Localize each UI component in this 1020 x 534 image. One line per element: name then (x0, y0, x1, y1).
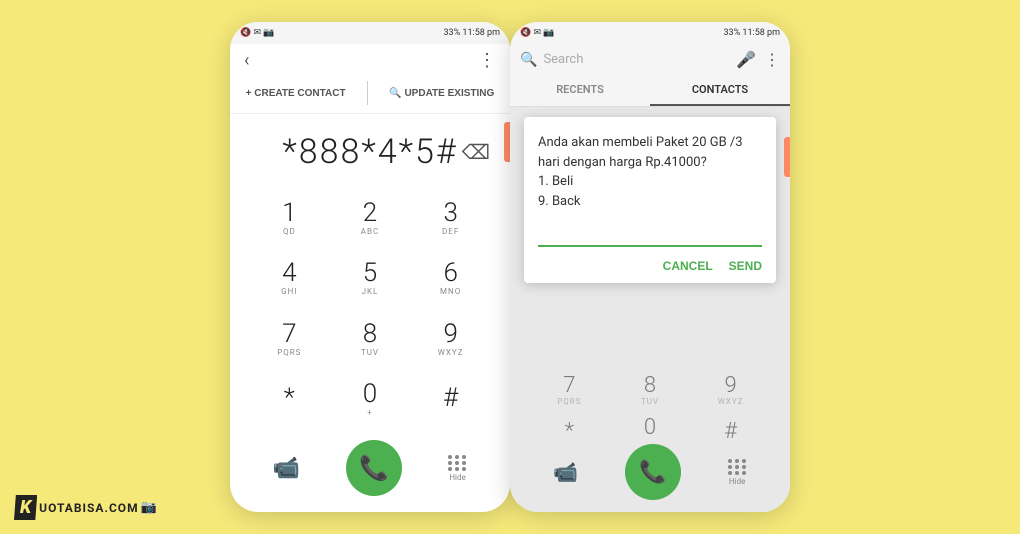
key-8[interactable]: 8TUV (331, 309, 410, 368)
more-button[interactable]: ⋮ (478, 50, 496, 71)
backspace-button[interactable]: ⌫ (462, 140, 490, 164)
key-5[interactable]: 5JKL (331, 249, 410, 308)
key-4[interactable]: 4GHI (250, 249, 329, 308)
key-7-p2[interactable]: 7PQRS (530, 370, 609, 410)
mic-icon[interactable]: 🎤 (736, 50, 756, 69)
hide-label-p2: Hide (729, 477, 745, 486)
call-button-p2[interactable]: 📞 (625, 444, 681, 500)
tab-recents[interactable]: RECENTS (510, 75, 650, 106)
call-icon-p2: 📞 (639, 460, 666, 485)
key-hash[interactable]: # (411, 370, 490, 429)
dialog-actions: CANCEL SEND (538, 259, 762, 273)
grid-icon (448, 455, 467, 471)
dialog-input[interactable] (538, 225, 762, 247)
ussd-dialog: Anda akan membeli Paket 20 GB /3hari den… (524, 117, 776, 283)
phone1: 🔇 ✉ 📷 33% 11:58 pm ‹ ⋮ + CREATE CONTACT … (230, 22, 510, 512)
call-icon: 📞 (359, 454, 389, 482)
create-contact-button[interactable]: + CREATE CONTACT (246, 88, 346, 99)
grid-icon-p2 (728, 459, 747, 475)
phone1-bottom-bar: 📹 📞 Hide (230, 432, 510, 512)
video-call-icon-p2[interactable]: 📹 (553, 460, 578, 484)
phone2-tabs: RECENTS CONTACTS (510, 75, 790, 107)
back-button[interactable]: ‹ (244, 50, 249, 71)
main-container: 🔇 ✉ 📷 33% 11:58 pm ‹ ⋮ + CREATE CONTACT … (0, 0, 1020, 534)
update-existing-button[interactable]: 🔍 UPDATE EXISTING (389, 88, 494, 99)
dial-display: *888*4*5# ⌫ (230, 114, 510, 184)
divider (367, 81, 368, 105)
search-icon: 🔍 (520, 52, 537, 68)
key-1[interactable]: 1QD (250, 188, 329, 247)
key-7[interactable]: 7PQRS (250, 309, 329, 368)
watermark-cam-icon: 📷 (141, 500, 157, 515)
key-8-p2[interactable]: 8TUV (611, 370, 690, 410)
color-tab-2 (784, 137, 790, 177)
phone2-bottom-bar: 📹 📞 Hide (510, 438, 790, 512)
video-call-icon[interactable]: 📹 (273, 456, 300, 481)
call-button[interactable]: 📞 (346, 440, 402, 496)
dialog-message: Anda akan membeli Paket 20 GB /3hari den… (538, 133, 762, 211)
more-options-icon[interactable]: ⋮ (764, 50, 780, 69)
watermark: K UOTABISA.COM 📷 (14, 495, 157, 520)
key-3[interactable]: 3DEF (411, 188, 490, 247)
phone1-header: ‹ ⋮ (230, 44, 510, 77)
phone2: 🔇 ✉ 📷 33% 11:58 pm 🔍 Search 🎤 ⋮ RECENTS … (510, 22, 790, 512)
dialed-number: *888*4*5# (282, 132, 457, 172)
phone2-search-bar: 🔍 Search 🎤 ⋮ (510, 44, 790, 75)
hide-label: Hide (449, 473, 465, 482)
cancel-button[interactable]: CANCEL (663, 259, 713, 273)
phone1-status-bar: 🔇 ✉ 📷 33% 11:58 pm (230, 22, 510, 44)
phone1-status-right: 33% 11:58 pm (443, 28, 500, 38)
send-button[interactable]: SEND (729, 259, 762, 273)
key-star[interactable]: * (250, 370, 329, 429)
tab-contacts[interactable]: CONTACTS (650, 75, 790, 106)
watermark-logo: K (14, 495, 37, 520)
key-2[interactable]: 2ABC (331, 188, 410, 247)
hide-button-p2[interactable]: Hide (728, 459, 747, 486)
keypad: 1QD 2ABC 3DEF 4GHI 5JKL 6MNO 7PQRS 8TUV … (230, 184, 510, 432)
contact-actions-bar: + CREATE CONTACT 🔍 UPDATE EXISTING (230, 77, 510, 114)
phone2-content: Anda akan membeli Paket 20 GB /3hari den… (510, 107, 790, 512)
phone2-status-left: 🔇 ✉ 📷 (520, 28, 554, 38)
search-container: 🔍 Search (520, 52, 728, 68)
key-6[interactable]: 6MNO (411, 249, 490, 308)
key-9-p2[interactable]: 9WXYZ (691, 370, 770, 410)
phone1-status-left: 🔇 ✉ 📷 (240, 28, 274, 38)
search-placeholder: Search (543, 52, 583, 67)
hide-button[interactable]: Hide (448, 455, 467, 482)
watermark-text: UOTABISA.COM (39, 501, 138, 515)
phone2-status-right: 33% 11:58 pm (723, 28, 780, 38)
key-0[interactable]: 0+ (331, 370, 410, 429)
phone2-status-bar: 🔇 ✉ 📷 33% 11:58 pm (510, 22, 790, 44)
key-9[interactable]: 9WXYZ (411, 309, 490, 368)
